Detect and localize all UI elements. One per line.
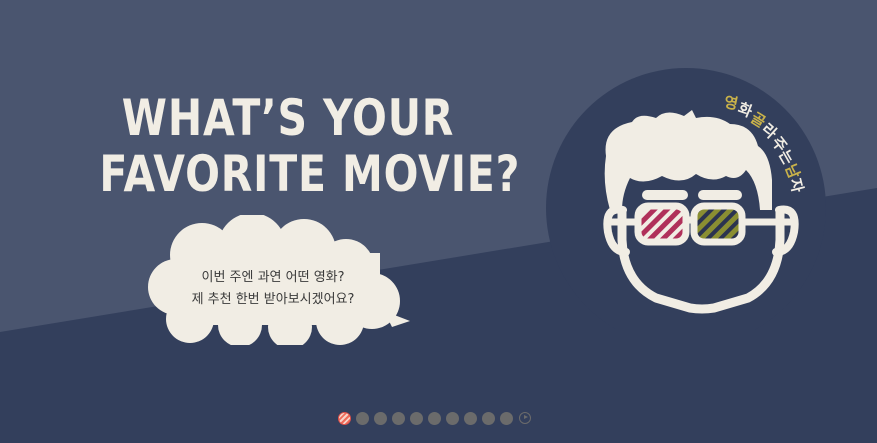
slide-dot-9[interactable]	[482, 411, 495, 425]
headline-line-1: WHAT’S YOUR	[121, 89, 455, 147]
slide-dot-2[interactable]	[356, 411, 369, 425]
play-icon[interactable]	[519, 412, 531, 424]
left-eyebrow	[642, 190, 688, 200]
speech-bubble-text: 이번 주엔 과연 어떤 영화? 제 추천 한번 받아보시겠어요?	[158, 267, 388, 311]
hero-banner: WHAT’S YOUR FAVORITE MOVIE? 이번 주엔 과연 어떤 …	[0, 0, 877, 443]
movie-man-character	[546, 68, 826, 330]
bubble-line-2: 제 추천 한번 받아보시겠어요?	[191, 292, 355, 307]
slide-dot-8[interactable]	[464, 411, 477, 425]
slide-dot-6[interactable]	[428, 411, 441, 425]
slide-dot-5[interactable]	[410, 411, 423, 425]
slide-pager	[338, 411, 531, 425]
right-eyebrow	[698, 190, 742, 200]
bubble-line-1: 이번 주엔 과연 어떤 영화?	[201, 270, 345, 285]
slide-dot-7[interactable]	[446, 411, 459, 425]
slide-dot-1-active[interactable]	[338, 411, 351, 425]
left-lens	[634, 202, 690, 246]
slide-dot-3[interactable]	[374, 411, 387, 425]
right-lens	[690, 202, 746, 246]
headline: WHAT’S YOUR FAVORITE MOVIE?	[99, 89, 521, 203]
slide-dot-4[interactable]	[392, 411, 405, 425]
headline-line-2: FAVORITE MOVIE?	[99, 145, 521, 203]
slide-dot-10[interactable]	[500, 411, 513, 425]
